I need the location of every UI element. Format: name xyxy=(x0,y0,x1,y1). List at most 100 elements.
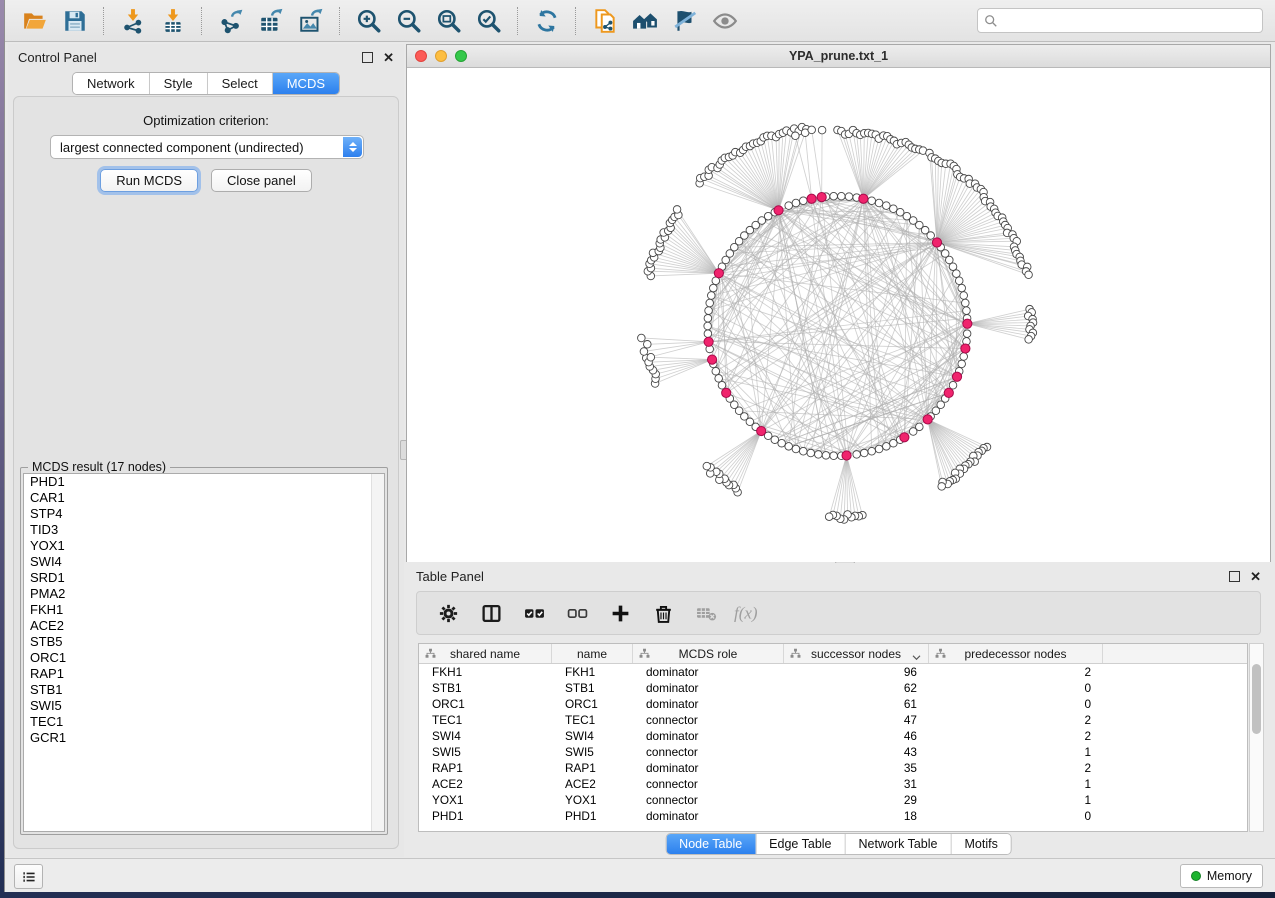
tab-mcds[interactable]: MCDS xyxy=(272,73,339,94)
table-scrollbar[interactable] xyxy=(1249,643,1264,832)
tab-style[interactable]: Style xyxy=(149,73,207,94)
mcds-result-item[interactable]: RAP1 xyxy=(24,666,384,682)
table-cell: ACE2 xyxy=(419,777,552,791)
table-row[interactable]: PHD1PHD1dominator180 xyxy=(419,808,1247,824)
mcds-result-item[interactable]: YOX1 xyxy=(24,538,384,554)
column-header-name[interactable]: name xyxy=(552,644,633,663)
first-neighbors-button[interactable] xyxy=(628,5,662,37)
export-network-button[interactable] xyxy=(214,5,248,37)
table-row[interactable]: SWI4SWI4dominator462 xyxy=(419,728,1247,744)
apply-layout-button[interactable] xyxy=(530,5,564,37)
task-history-button[interactable] xyxy=(14,864,43,889)
table-cell: SWI5 xyxy=(552,745,633,759)
export-image-button[interactable] xyxy=(294,5,328,37)
delete-columns-button[interactable] xyxy=(650,600,676,626)
table-settings-button[interactable] xyxy=(435,600,461,626)
mcds-result-item[interactable]: SWI4 xyxy=(24,554,384,570)
mcds-result-item[interactable]: TID3 xyxy=(24,522,384,538)
table-row[interactable]: SWI5SWI5connector431 xyxy=(419,744,1247,760)
mcds-result-item[interactable]: PMA2 xyxy=(24,586,384,602)
run-mcds-button[interactable]: Run MCDS xyxy=(100,169,198,192)
export-table-button[interactable] xyxy=(254,5,288,37)
close-panel-icon[interactable]: ✕ xyxy=(383,53,394,62)
close-panel-button[interactable]: Close panel xyxy=(211,169,312,192)
table-row[interactable]: ORC1ORC1dominator610 xyxy=(419,696,1247,712)
hide-flag-icon xyxy=(672,8,698,34)
mcds-result-list[interactable]: PHD1CAR1STP4TID3YOX1SWI4SRD1PMA2FKH1ACE2… xyxy=(23,473,385,832)
hide-selected-button[interactable] xyxy=(668,5,702,37)
tab-edge-table[interactable]: Edge Table xyxy=(755,834,844,854)
mcds-result-item[interactable]: GCR1 xyxy=(24,730,384,746)
tab-node-table[interactable]: Node Table xyxy=(666,834,755,854)
mcds-result-item[interactable]: STB5 xyxy=(24,634,384,650)
close-table-panel-icon[interactable]: ✕ xyxy=(1250,572,1261,581)
table-cell: 2 xyxy=(929,729,1103,743)
search-field[interactable] xyxy=(977,8,1263,33)
control-panel-header: Control Panel ✕ xyxy=(8,44,404,70)
zoom-out-button[interactable] xyxy=(392,5,426,37)
column-header-predecessor-nodes[interactable]: predecessor nodes xyxy=(929,644,1103,663)
control-panel: Control Panel ✕ NetworkStyleSelectMCDS O… xyxy=(8,44,404,857)
floppy-icon xyxy=(62,8,88,34)
search-input[interactable] xyxy=(1003,13,1262,29)
mcds-result-item[interactable]: SWI5 xyxy=(24,698,384,714)
column-type-icon xyxy=(425,648,436,662)
create-column-button[interactable] xyxy=(607,600,633,626)
table-cell: 96 xyxy=(784,665,929,679)
save-session-button[interactable] xyxy=(58,5,92,37)
table-cell: SWI4 xyxy=(552,729,633,743)
table-scrollbar-thumb[interactable] xyxy=(1252,664,1261,734)
table-panel: Table Panel ✕ f(x) shared namenameMCDS r… xyxy=(406,563,1271,857)
zoom-out-icon xyxy=(396,8,422,34)
zoom-selected-button[interactable] xyxy=(472,5,506,37)
table-cell: FKH1 xyxy=(552,665,633,679)
column-type-icon xyxy=(639,648,650,662)
table-cell: dominator xyxy=(633,681,784,695)
mcds-result-item[interactable]: STB1 xyxy=(24,682,384,698)
zoom-in-button[interactable] xyxy=(352,5,386,37)
table-row[interactable]: ACE2ACE2connector311 xyxy=(419,776,1247,792)
mcds-list-scrollbar[interactable] xyxy=(371,474,384,831)
mcds-result-item[interactable]: ACE2 xyxy=(24,618,384,634)
table-cell: 62 xyxy=(784,681,929,695)
table-row[interactable]: FKH1FKH1dominator962 xyxy=(419,664,1247,680)
tab-select[interactable]: Select xyxy=(207,73,272,94)
float-table-panel-icon[interactable] xyxy=(1229,571,1240,582)
network-graph[interactable] xyxy=(407,68,1270,562)
mcds-result-item[interactable]: TEC1 xyxy=(24,714,384,730)
float-panel-icon[interactable] xyxy=(362,52,373,63)
table-panel-header: Table Panel ✕ xyxy=(406,563,1271,589)
mcds-result-item[interactable]: STP4 xyxy=(24,506,384,522)
table-cell: dominator xyxy=(633,665,784,679)
toggle-columns-button[interactable] xyxy=(478,600,504,626)
network-from-selection-button[interactable] xyxy=(588,5,622,37)
table-row[interactable]: TEC1TEC1connector472 xyxy=(419,712,1247,728)
table-cell: 2 xyxy=(929,713,1103,727)
network-window-titlebar: YPA_prune.txt_1 xyxy=(407,45,1270,68)
select-all-columns-button[interactable] xyxy=(521,600,547,626)
table-row[interactable]: RAP1RAP1dominator352 xyxy=(419,760,1247,776)
criterion-select[interactable]: largest connected component (undirected) xyxy=(50,135,364,159)
tab-network-table[interactable]: Network Table xyxy=(845,834,951,854)
memory-button[interactable]: Memory xyxy=(1180,864,1263,888)
column-header-shared-name[interactable]: shared name xyxy=(419,644,552,663)
tab-network[interactable]: Network xyxy=(73,73,149,94)
tab-motifs[interactable]: Motifs xyxy=(950,834,1010,854)
import-network-button[interactable] xyxy=(116,5,150,37)
mcds-result-item[interactable]: SRD1 xyxy=(24,570,384,586)
open-file-button[interactable] xyxy=(18,5,52,37)
table-row[interactable]: STB1STB1dominator620 xyxy=(419,680,1247,696)
table-row[interactable]: YOX1YOX1connector291 xyxy=(419,792,1247,808)
column-header-successor-nodes[interactable]: successor nodes xyxy=(784,644,929,663)
mcds-result-item[interactable]: CAR1 xyxy=(24,490,384,506)
show-all-button[interactable] xyxy=(708,5,742,37)
table-toolbar: f(x) xyxy=(416,591,1261,635)
mcds-result-item[interactable]: PHD1 xyxy=(24,474,384,490)
mcds-result-item[interactable]: FKH1 xyxy=(24,602,384,618)
import-table-button[interactable] xyxy=(156,5,190,37)
zoom-fit-button[interactable] xyxy=(432,5,466,37)
column-header-MCDS-role[interactable]: MCDS role xyxy=(633,644,784,663)
zoom-fit-icon xyxy=(436,8,462,34)
deselect-all-columns-button[interactable] xyxy=(564,600,590,626)
mcds-result-item[interactable]: ORC1 xyxy=(24,650,384,666)
